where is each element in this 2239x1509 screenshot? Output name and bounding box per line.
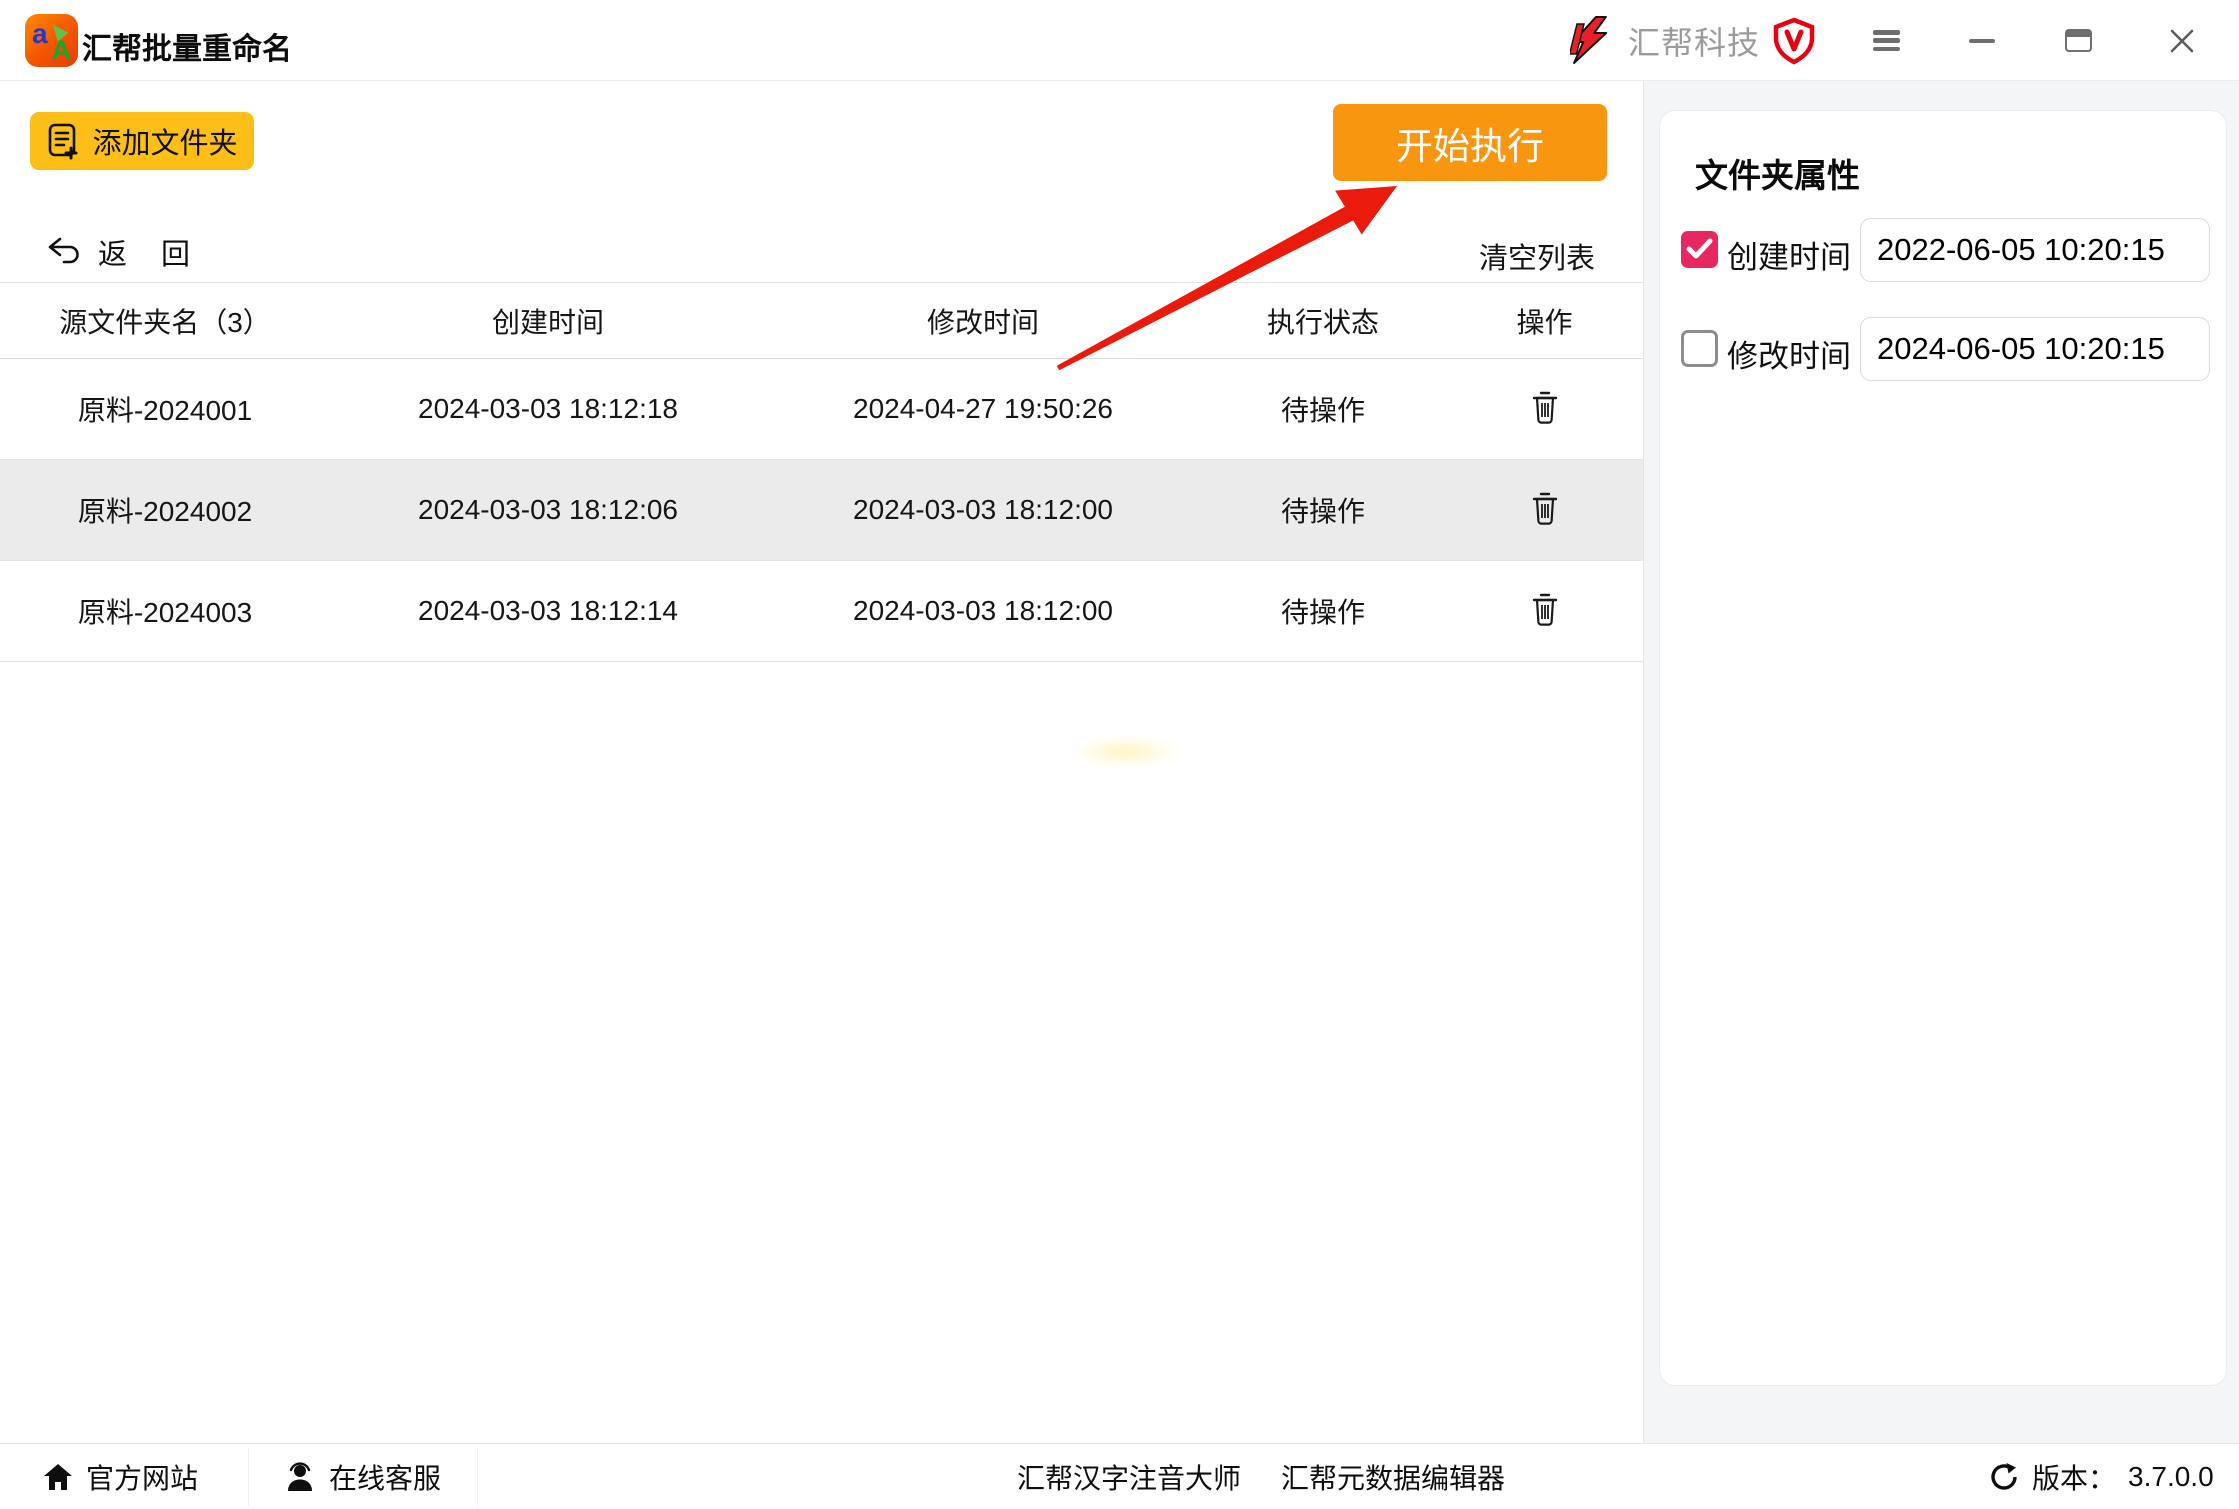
modified-time-input[interactable] (1860, 317, 2210, 381)
folder-name: 原料-2024003 (0, 561, 330, 661)
metadata-app-link[interactable]: 汇帮元数据编辑器 (1281, 1444, 1505, 1509)
brand-name: 汇帮科技 (1628, 18, 1760, 64)
add-folder-button[interactable]: 添加文件夹 (30, 112, 254, 170)
maximize-button[interactable] (2048, 0, 2108, 81)
start-label: 开始执行 (1396, 116, 1544, 170)
minimize-button[interactable] (1952, 0, 2012, 81)
trash-icon (1531, 491, 1559, 527)
created-time-row: 创建时间 (1660, 217, 2228, 283)
version-label: 版本： (2032, 1457, 2116, 1497)
start-button[interactable]: 开始执行 (1333, 104, 1607, 181)
faint-watermark (1070, 736, 1180, 768)
back-button[interactable]: 返 回 (46, 231, 190, 273)
online-support-link[interactable]: 在线客服 (283, 1444, 441, 1509)
table-row[interactable]: 原料-2024003 2024-03-03 18:12:14 2024-03-0… (0, 561, 1643, 662)
menu-button[interactable] (1856, 0, 1916, 81)
header-action: 操作 (1446, 283, 1643, 358)
support-icon (283, 1460, 317, 1494)
modified-time: 2024-04-27 19:50:26 (766, 359, 1200, 459)
folder-properties-card: 文件夹属性 创建时间 修改时间 (1659, 110, 2227, 1386)
app-title: 汇帮批量重命名 (82, 24, 292, 68)
clear-list-button[interactable]: 清空列表 (1479, 235, 1595, 277)
folder-name: 原料-2024002 (0, 460, 330, 560)
table-row[interactable]: 原料-2024001 2024-03-03 18:12:18 2024-04-2… (0, 359, 1643, 460)
close-icon (2168, 27, 2196, 55)
list-toolbar: 返 回 清空列表 (0, 219, 1643, 283)
version-info: 版本： 3.7.0.0 (1988, 1444, 2214, 1509)
status-badge: 待操作 (1200, 561, 1446, 661)
table-header-row: 源文件夹名（3） 创建时间 修改时间 执行状态 操作 (0, 282, 1643, 359)
pinyin-app-link[interactable]: 汇帮汉字注音大师 (1017, 1444, 1241, 1509)
brand: 汇帮科技 (1570, 0, 1816, 81)
folder-table: 源文件夹名（3） 创建时间 修改时间 执行状态 操作 原料-2024001 20… (0, 282, 1643, 662)
modified-time-row: 修改时间 (1660, 316, 2228, 382)
created-time-input[interactable] (1860, 218, 2210, 282)
properties-panel: 文件夹属性 创建时间 修改时间 (1643, 81, 2239, 1443)
main-area: 添加文件夹 开始执行 返 回 清空列表 源文件夹名（3） 创建时间 修改时间 执… (0, 81, 1643, 1443)
official-website-link[interactable]: 官方网站 (42, 1444, 198, 1509)
footer-bar: 官方网站 在线客服 汇帮汉字注音大师 汇帮元数据编辑器 版本： 3.7.0.0 (0, 1443, 2239, 1509)
delete-row-button[interactable] (1527, 386, 1563, 433)
created-time: 2024-03-03 18:12:14 (330, 561, 766, 661)
official-website-label: 官方网站 (86, 1457, 198, 1497)
back-label: 返 回 (98, 231, 190, 273)
delete-row-button[interactable] (1527, 588, 1563, 635)
status-badge: 待操作 (1200, 359, 1446, 459)
menu-icon (1873, 30, 1900, 51)
delete-row-button[interactable] (1527, 487, 1563, 534)
header-source-folder: 源文件夹名（3） (0, 283, 330, 358)
modified-time-checkbox[interactable] (1681, 330, 1718, 367)
header-status: 执行状态 (1200, 283, 1446, 358)
header-modified: 修改时间 (766, 283, 1200, 358)
trash-icon (1531, 592, 1559, 628)
minimize-icon (1969, 39, 1995, 43)
status-badge: 待操作 (1200, 460, 1446, 560)
app-icon: a A (25, 14, 78, 67)
close-button[interactable] (2152, 0, 2212, 81)
created-time: 2024-03-03 18:12:18 (330, 359, 766, 459)
app-window: a A 汇帮批量重命名 汇帮科技 (0, 0, 2239, 1509)
back-icon (46, 235, 84, 269)
created-time-label: 创建时间 (1727, 232, 1851, 277)
brand-bolt-icon (1570, 16, 1614, 66)
header-created: 创建时间 (330, 283, 766, 358)
footer-divider (248, 1448, 249, 1506)
version-value: 3.7.0.0 (2128, 1461, 2214, 1493)
created-time-checkbox[interactable] (1681, 231, 1718, 268)
maximize-icon (2065, 29, 2092, 52)
modified-time: 2024-03-03 18:12:00 (766, 561, 1200, 661)
trash-icon (1531, 390, 1559, 426)
version-icon (1988, 1461, 2020, 1493)
table-row[interactable]: 原料-2024002 2024-03-03 18:12:06 2024-03-0… (0, 460, 1643, 561)
titlebar: a A 汇帮批量重命名 汇帮科技 (0, 0, 2239, 81)
online-support-label: 在线客服 (329, 1457, 441, 1497)
modified-time-label: 修改时间 (1727, 331, 1851, 376)
home-icon (42, 1461, 74, 1493)
modified-time: 2024-03-03 18:12:00 (766, 460, 1200, 560)
folder-name: 原料-2024001 (0, 359, 330, 459)
add-folder-icon (46, 122, 80, 160)
panel-title: 文件夹属性 (1695, 149, 1860, 197)
add-folder-label: 添加文件夹 (92, 120, 237, 162)
created-time: 2024-03-03 18:12:06 (330, 460, 766, 560)
brand-shield-icon (1772, 17, 1816, 65)
check-icon (1685, 236, 1714, 262)
footer-divider (477, 1448, 478, 1506)
